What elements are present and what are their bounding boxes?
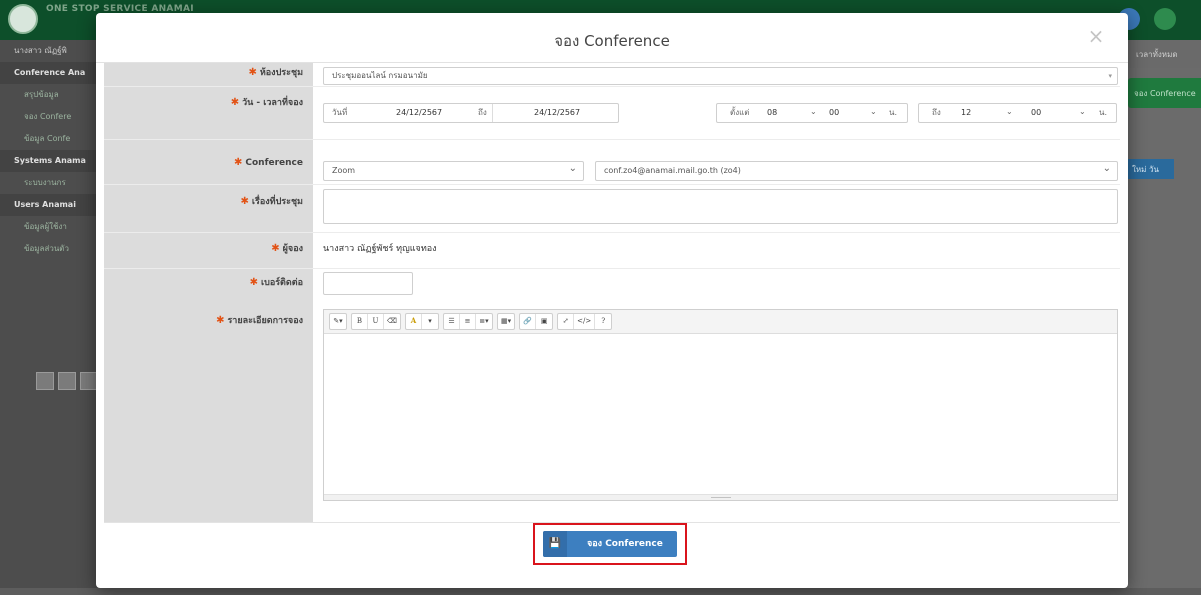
ordered-list-button[interactable]: ≡	[460, 314, 476, 329]
sidebar-item: ข้อมูล Confe	[24, 134, 71, 143]
booking-form: ✱ห้องประชุม ประชุมออนไลน์ กรมอนามัย ✱วัน…	[104, 63, 1120, 523]
image-icon[interactable]: ▣	[536, 314, 552, 329]
sidebar-item: Conference Ana	[0, 62, 100, 84]
booking-modal: จอง Conference × ✱ ห้องประชุม ประชุมออนไล…	[96, 13, 1128, 588]
submit-highlight: 💾 จอง Conference	[533, 523, 687, 565]
sidebar-item: ข้อมูลผู้ใช้งา	[24, 222, 67, 231]
time-to-minute[interactable]: 00	[1031, 104, 1041, 122]
time-from-prefix: ตั้งแต่	[730, 108, 750, 117]
room-select[interactable]: ประชุมออนไลน์ กรมอนามัย	[323, 67, 1118, 85]
sidebar-item: Systems Anama	[0, 150, 100, 172]
rich-text-editor: ✎▾ B U ⌫ A ▾ ☰ ≡ ≣▾ ▦▾ 🔗 ▣ ⤢ </> ?	[323, 309, 1118, 501]
style-button[interactable]: ✎▾	[330, 314, 346, 329]
editor-resize-handle[interactable]	[324, 494, 1117, 500]
bg-right-text: เวลาทั้งหมด	[1128, 40, 1201, 68]
submit-label: จอง Conference	[587, 539, 663, 549]
conference-row: ✱Conference Zoom conf.zo4@anamai.mail.go…	[104, 140, 1120, 185]
sidebar-item: Users Anamai	[0, 194, 100, 216]
chevron-down-icon[interactable]: ⌄	[870, 104, 877, 122]
topic-textarea[interactable]	[323, 189, 1118, 224]
platform-select[interactable]: Zoom	[323, 161, 584, 181]
time-to-range: ถึง 12 ⌄ 00 ⌄ น.	[918, 103, 1117, 123]
font-color-dropdown[interactable]: ▾	[422, 314, 438, 329]
refresh-icon	[58, 372, 76, 390]
eraser-icon[interactable]: ⌫	[384, 314, 400, 329]
app-logo	[8, 4, 38, 34]
modal-title: จอง Conference	[554, 32, 670, 50]
bg-small-button: ใหม่ วัน	[1128, 159, 1174, 179]
paragraph-button[interactable]: ≣▾	[476, 314, 492, 329]
menu-icon	[1154, 8, 1176, 30]
editor-content[interactable]	[324, 334, 1117, 494]
sidebar: นางสาว ณัฏฐ์พิ Conference Ana สรุปข้อมูล…	[0, 40, 100, 595]
time-from-unit: น.	[889, 108, 898, 117]
sidebar-item: จอง Confere	[24, 112, 72, 121]
bold-button[interactable]: B	[352, 314, 368, 329]
date-from-prefix: วันที่	[332, 108, 348, 117]
help-icon[interactable]: ?	[595, 314, 611, 329]
room-label: ✱ ห้องประชุม	[248, 67, 303, 78]
underline-button[interactable]: U	[368, 314, 384, 329]
editor-toolbar: ✎▾ B U ⌫ A ▾ ☰ ≡ ≣▾ ▦▾ 🔗 ▣ ⤢ </> ?	[324, 310, 1117, 334]
chevron-down-icon[interactable]: ⌄	[1006, 104, 1013, 122]
sidebar-user: นางสาว ณัฏฐ์พิ	[14, 46, 67, 55]
datetime-label: ✱ วัน - เวลาที่จอง	[230, 97, 303, 108]
phone-label: ✱ เบอร์ติดต่อ	[249, 277, 303, 288]
bg-book-button: จอง Conference	[1128, 78, 1201, 108]
font-color-button[interactable]: A	[406, 314, 422, 329]
time-to-hour[interactable]: 12	[961, 104, 971, 122]
date-range: วันที่ 24/12/2567 ถึง 24/12/2567	[323, 103, 619, 123]
date-to-prefix: ถึง	[478, 108, 487, 117]
sidebar-item: ข้อมูลส่วนตัว	[24, 244, 69, 253]
booker-name: นางสาว ณัฏฐ์พัชร์ ทุญแจทอง	[323, 244, 437, 254]
sidebar-tools	[36, 372, 98, 390]
date-to-input[interactable]: 24/12/2567	[534, 104, 580, 122]
room-row: ✱ ห้องประชุม ประชุมออนไลน์ กรมอนามัย	[104, 63, 1120, 87]
time-to-prefix: ถึง	[932, 108, 941, 117]
time-from-minute[interactable]: 00	[829, 104, 839, 122]
phone-input[interactable]	[323, 272, 413, 295]
submit-booking-button[interactable]: 💾 จอง Conference	[543, 531, 677, 557]
details-label: ✱ รายละเอียดการจอง	[216, 315, 303, 326]
link-icon[interactable]: 🔗	[520, 314, 537, 329]
topic-label: ✱ เรื่องที่ประชุม	[240, 196, 303, 207]
booker-label: ✱ ผู้จอง	[271, 243, 303, 254]
time-from-hour[interactable]: 08	[767, 104, 777, 122]
sidebar-item: สรุปข้อมูล	[24, 90, 59, 99]
booker-row: ✱ ผู้จอง นางสาว ณัฏฐ์พัชร์ ทุญแจทอง	[104, 233, 1120, 269]
lock-icon	[36, 372, 54, 390]
topic-row: ✱ เรื่องที่ประชุม	[104, 185, 1120, 233]
phone-row: ✱ เบอร์ติดต่อ	[104, 269, 1120, 305]
conference-label: ✱ Conference	[234, 157, 303, 168]
code-view-icon[interactable]: </>	[574, 314, 596, 329]
modal-header: จอง Conference ×	[96, 13, 1128, 63]
chevron-down-icon[interactable]: ⌄	[1079, 104, 1086, 122]
account-select[interactable]: conf.zo4@anamai.mail.go.th (zo4)	[595, 161, 1118, 181]
time-from-range: ตั้งแต่ 08 ⌄ 00 ⌄ น.	[716, 103, 908, 123]
sidebar-item: ระบบงานกร	[24, 178, 66, 187]
chevron-down-icon[interactable]: ⌄	[810, 104, 817, 122]
date-from-input[interactable]: 24/12/2567	[396, 104, 442, 122]
unordered-list-button[interactable]: ☰	[444, 314, 460, 329]
floppy-disk-icon: 💾	[543, 531, 567, 557]
datetime-row: ✱ วัน - เวลาที่จอง วันที่ 24/12/2567 ถึง …	[104, 87, 1120, 140]
table-button[interactable]: ▦▾	[498, 314, 514, 329]
app-footer	[0, 588, 1201, 595]
time-to-unit: น.	[1099, 108, 1108, 117]
close-icon[interactable]: ×	[1086, 26, 1106, 46]
fullscreen-icon[interactable]: ⤢	[558, 314, 575, 329]
